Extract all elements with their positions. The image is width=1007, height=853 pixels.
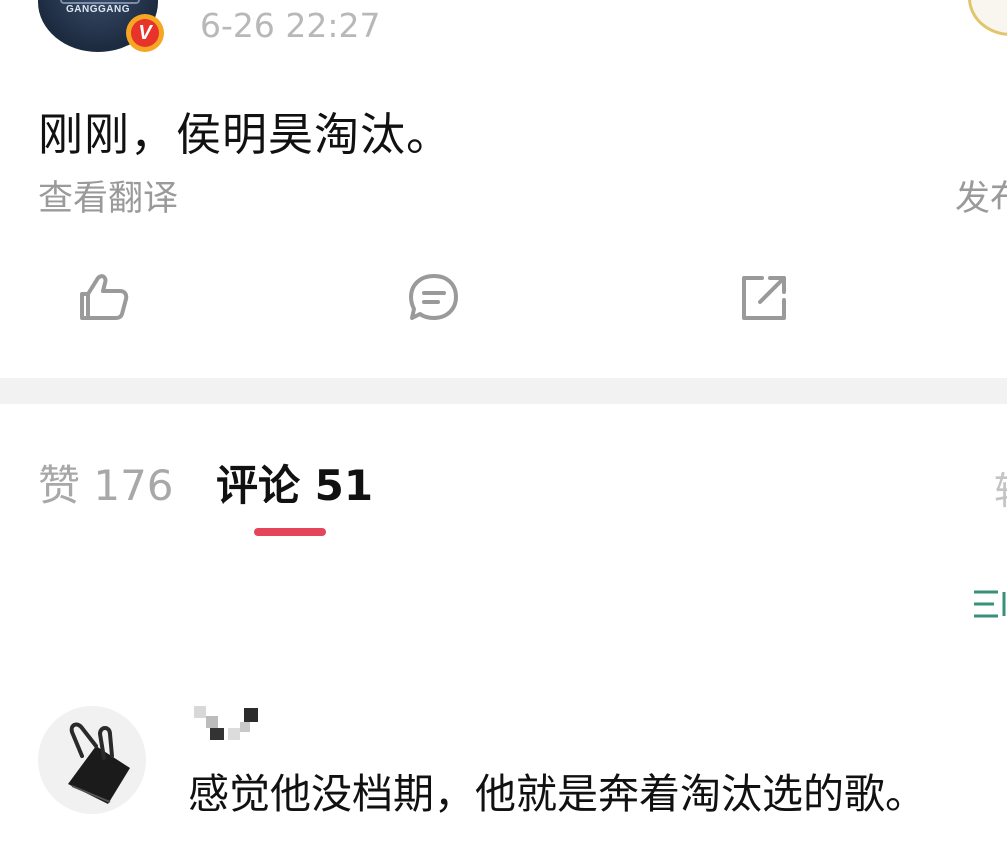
post-text: 刚刚，侯明昊淘汰。 (38, 108, 453, 161)
tab-reposts-partial[interactable]: 转 (994, 460, 1007, 515)
tab-comments[interactable]: 评论 51 (216, 452, 373, 513)
section-divider (0, 378, 1007, 404)
verified-mark: V (131, 19, 159, 47)
translate-link[interactable]: 查看翻译 (38, 170, 178, 221)
thumbs-up-icon (80, 274, 129, 320)
share-button[interactable] (734, 268, 794, 328)
pixelated-name-icon (194, 706, 258, 740)
binder-clip-icon (68, 722, 130, 804)
commenter-avatar[interactable] (38, 706, 146, 814)
commenter-username-pixelated[interactable] (194, 704, 264, 742)
comment-text: 感觉他没档期，他就是奔着淘汰选的歌。 (188, 770, 926, 818)
like-button[interactable] (74, 268, 134, 328)
active-tab-indicator (254, 528, 326, 536)
tab-likes[interactable]: 赞 176 (38, 452, 174, 513)
post-timestamp: 6-26 22:27 (200, 6, 381, 45)
publish-label-partial: 发布 (955, 179, 1007, 219)
corner-avatar-partial (968, 0, 1007, 36)
comment-icon (409, 274, 458, 320)
sort-icon[interactable] (968, 584, 1007, 624)
share-icon (742, 276, 786, 320)
avatar-logo-text: GANGGANG (66, 4, 130, 15)
comment-button[interactable] (404, 268, 464, 328)
verified-badge-icon: V (126, 14, 164, 52)
